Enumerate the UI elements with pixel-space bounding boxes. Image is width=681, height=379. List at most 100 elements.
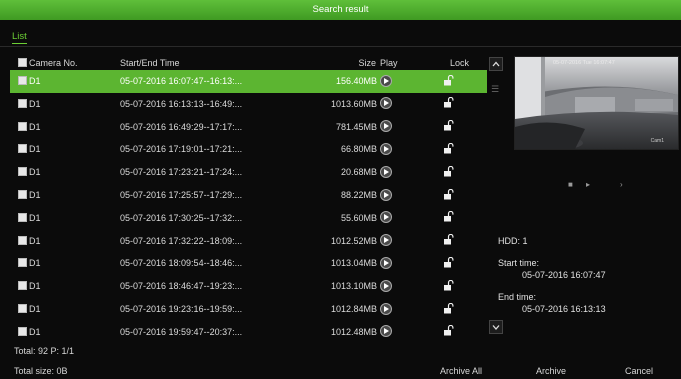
play-circle-icon[interactable] [380, 74, 392, 87]
row-checkbox[interactable] [18, 258, 27, 268]
archive-button[interactable]: Archive [536, 366, 566, 376]
cancel-button[interactable]: Cancel [625, 366, 653, 376]
row-checkbox[interactable] [18, 189, 27, 199]
row-camera: D1 [18, 275, 41, 298]
row-camera-label: D1 [29, 189, 41, 200]
scroll-down-button[interactable] [489, 320, 503, 334]
row-checkbox[interactable] [18, 167, 27, 177]
unlock-icon[interactable] [443, 120, 454, 131]
end-time-value: 05-07-2016 16:13:13 [522, 304, 606, 314]
play-circle-icon[interactable] [380, 143, 392, 156]
play-icon[interactable]: ▸ [586, 180, 590, 190]
scroll-handle-icon[interactable]: ☰ [491, 84, 501, 94]
archive-all-button[interactable]: Archive All [440, 366, 482, 376]
play-circle-icon[interactable] [380, 325, 392, 338]
unlock-icon[interactable] [443, 234, 454, 245]
play-circle-icon[interactable] [380, 302, 392, 315]
row-time: 05-07-2016 18:46:47--19:23:... [120, 281, 243, 292]
chevron-right-icon[interactable]: › [620, 180, 623, 190]
table-row[interactable]: D1 05-07-2016 16:49:29--17:17:... 781.45MB [10, 116, 487, 139]
table-header: Camera No. Start/End Time Size Play Lock [10, 56, 487, 70]
play-circle-icon[interactable] [380, 120, 392, 133]
select-all-checkbox[interactable] [18, 58, 27, 67]
preview-frame [515, 57, 678, 149]
unlock-icon[interactable] [443, 188, 454, 200]
table-row[interactable]: D1 05-07-2016 18:09:54--18:46:... 1013.04M… [10, 252, 487, 275]
play-circle-icon[interactable] [380, 188, 392, 201]
table-row[interactable]: D1 05-07-2016 18:46:47--19:23:... 1013.10M… [10, 275, 487, 298]
row-camera: D1 [18, 70, 41, 93]
scroll-up-button[interactable] [489, 57, 503, 71]
row-size: 1013.04MB [330, 258, 377, 269]
play-circle-icon[interactable] [380, 257, 392, 269]
play-circle-icon[interactable] [380, 97, 392, 110]
row-time: 05-07-2016 17:19:01--17:21:... [120, 144, 243, 155]
row-play [380, 93, 396, 116]
row-play [380, 138, 396, 161]
video-preview[interactable]: 05-07-2016 Tue 16:07:47 Cam1 [514, 56, 679, 150]
unlock-icon[interactable] [443, 279, 454, 291]
total-size: Total size: 0B [14, 366, 68, 376]
row-lock [443, 230, 463, 253]
row-lock [443, 321, 463, 344]
row-lock [443, 207, 463, 230]
tab-list[interactable]: List [12, 31, 27, 44]
table-row[interactable]: D1 05-07-2016 19:23:16--19:59:... 1012.84M… [10, 298, 487, 321]
table-row[interactable]: D1 05-07-2016 19:59:47--20:37:... 1012.48M… [10, 321, 487, 344]
table-row[interactable]: D1 05-07-2016 17:30:25--17:32:... 55.60MB [10, 207, 487, 230]
row-camera-label: D1 [29, 167, 41, 178]
stop-icon[interactable]: ■ [568, 180, 573, 190]
row-camera: D1 [18, 161, 41, 184]
play-circle-icon[interactable] [380, 234, 392, 247]
row-camera-label: D1 [29, 235, 41, 246]
table-row[interactable]: D1 05-07-2016 17:25:57--17:29:... 88.22MB [10, 184, 487, 207]
row-size: 1012.52MB [330, 235, 377, 246]
row-time: 05-07-2016 17:23:21--17:24:... [120, 167, 243, 178]
row-camera: D1 [18, 252, 41, 275]
row-size: 20.68MB [340, 167, 377, 178]
play-circle-icon[interactable] [380, 211, 392, 224]
row-play [380, 298, 396, 321]
table-row[interactable]: D1 05-07-2016 16:07:47--16:13:... 156.40MB [10, 70, 487, 93]
row-checkbox[interactable] [18, 281, 27, 291]
row-camera-label: D1 [29, 303, 41, 314]
row-size: 156.40MB [335, 76, 377, 86]
row-checkbox[interactable] [18, 235, 27, 245]
row-lock [443, 138, 463, 161]
row-time: 05-07-2016 19:59:47--20:37:... [120, 326, 243, 337]
row-checkbox[interactable] [18, 121, 27, 131]
row-size: 55.60MB [340, 212, 377, 223]
tab-bar: List [0, 20, 681, 47]
row-checkbox[interactable] [18, 76, 27, 85]
play-circle-icon[interactable] [380, 165, 392, 178]
unlock-icon[interactable] [443, 211, 454, 222]
table-row[interactable]: D1 05-07-2016 17:19:01--17:21:... 66.80MB [10, 138, 487, 161]
row-checkbox[interactable] [18, 98, 27, 108]
table-row[interactable]: D1 05-07-2016 17:32:22--18:09:... 1012.52M… [10, 230, 487, 253]
row-checkbox[interactable] [18, 303, 27, 313]
row-size: 1013.60MB [330, 98, 377, 109]
unlock-icon[interactable] [443, 302, 454, 314]
header-time: Start/End Time [120, 58, 180, 68]
row-play [380, 207, 396, 230]
row-play [380, 321, 396, 344]
unlock-icon[interactable] [443, 257, 454, 268]
row-camera-label: D1 [29, 144, 41, 155]
unlock-icon[interactable] [443, 97, 454, 108]
header-lock: Lock [450, 58, 470, 68]
unlock-icon[interactable] [443, 143, 454, 154]
row-checkbox[interactable] [18, 212, 27, 222]
row-checkbox[interactable] [18, 144, 27, 154]
table-row[interactable]: D1 05-07-2016 16:13:13--16:49:... 1013.60M… [10, 93, 487, 116]
unlock-icon[interactable] [443, 325, 454, 336]
preview-timestamp: 05-07-2016 Tue 16:07:47 [553, 60, 615, 66]
table-row[interactable]: D1 05-07-2016 17:23:21--17:24:... 20.68MB [10, 161, 487, 184]
play-circle-icon[interactable] [380, 279, 392, 292]
row-checkbox[interactable] [18, 326, 27, 336]
row-time: 05-07-2016 19:23:16--19:59:... [120, 303, 243, 314]
unlock-icon[interactable] [443, 165, 454, 177]
row-size: 1013.10MB [330, 281, 377, 292]
results-table: Camera No. Start/End Time Size Play Lock… [10, 56, 487, 344]
unlock-icon[interactable] [443, 74, 454, 86]
chevron-down-icon [492, 325, 500, 330]
